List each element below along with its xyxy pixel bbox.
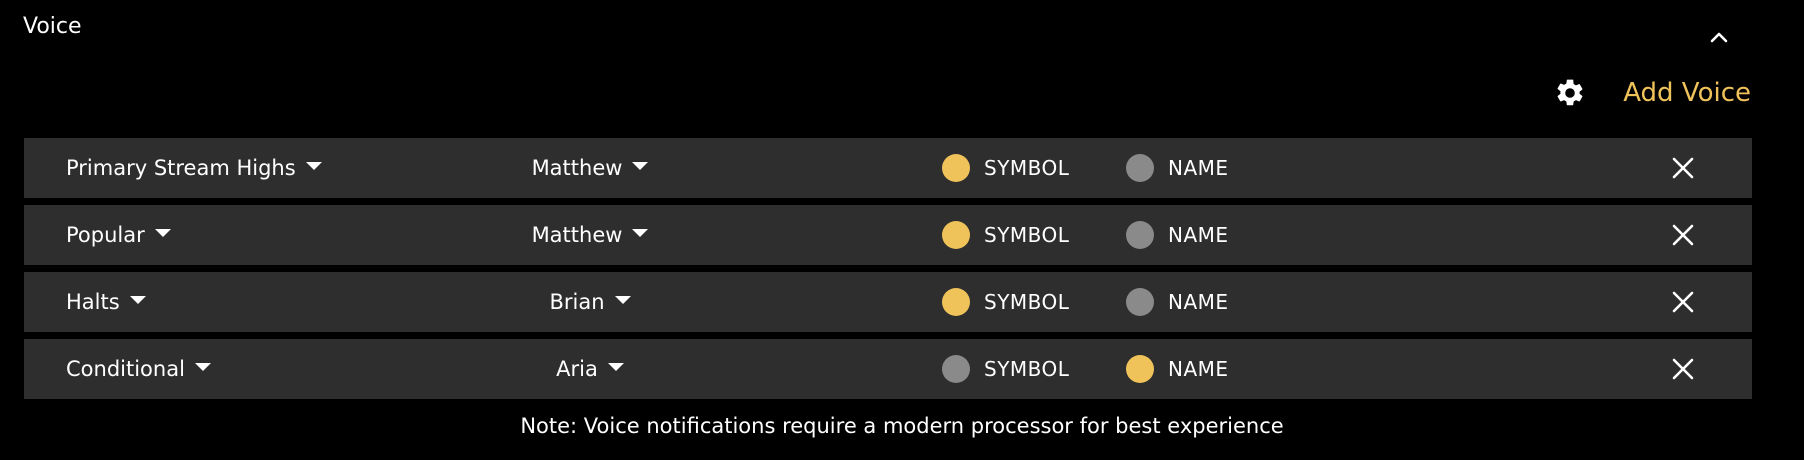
add-voice-button[interactable]: Add Voice xyxy=(1623,78,1751,108)
voice-dropdown[interactable]: Matthew xyxy=(532,156,649,180)
symbol-label: SYMBOL xyxy=(984,357,1070,381)
symbol-indicator-dot xyxy=(942,154,970,182)
name-label: NAME xyxy=(1168,223,1229,247)
voice-row: Popular Matthew SYMBOL NAME xyxy=(24,205,1752,265)
voice-label: Matthew xyxy=(531,156,623,180)
symbol-label: SYMBOL xyxy=(984,223,1070,247)
name-indicator-dot xyxy=(1126,288,1154,316)
gear-icon xyxy=(1557,79,1583,106)
name-indicator-dot xyxy=(1126,355,1154,383)
close-icon xyxy=(1672,291,1694,313)
symbol-toggle[interactable]: SYMBOL xyxy=(942,272,1069,332)
alert-type-dropdown[interactable]: Primary Stream Highs xyxy=(66,138,322,198)
close-icon xyxy=(1672,224,1694,246)
symbol-label: SYMBOL xyxy=(984,156,1070,180)
alert-type-dropdown[interactable]: Halts xyxy=(66,272,146,332)
name-label: NAME xyxy=(1168,357,1229,381)
name-toggle[interactable]: NAME xyxy=(1126,272,1229,332)
symbol-indicator-dot xyxy=(942,355,970,383)
name-indicator-dot xyxy=(1126,154,1154,182)
alert-type-dropdown[interactable]: Popular xyxy=(66,205,171,265)
name-toggle[interactable]: NAME xyxy=(1126,205,1229,265)
caret-down-icon xyxy=(632,229,649,237)
name-label: NAME xyxy=(1168,290,1229,314)
panel-title: Voice xyxy=(23,14,82,39)
name-toggle[interactable]: NAME xyxy=(1126,339,1229,399)
alert-type-label: Primary Stream Highs xyxy=(66,156,296,180)
caret-down-icon xyxy=(129,296,146,304)
symbol-label: SYMBOL xyxy=(984,290,1070,314)
symbol-toggle[interactable]: SYMBOL xyxy=(942,138,1069,198)
voice-label: Brian xyxy=(549,290,605,314)
name-indicator-dot xyxy=(1126,221,1154,249)
remove-voice-button[interactable] xyxy=(1668,220,1698,250)
close-icon xyxy=(1672,358,1694,380)
remove-voice-button[interactable] xyxy=(1668,153,1698,183)
collapse-button[interactable] xyxy=(1706,24,1732,50)
alert-type-dropdown[interactable]: Conditional xyxy=(66,339,211,399)
voice-row: Primary Stream Highs Matthew SYMBOL NAME xyxy=(24,138,1752,198)
close-icon xyxy=(1672,157,1694,179)
alert-type-label: Conditional xyxy=(66,357,185,381)
caret-down-icon xyxy=(614,296,631,304)
settings-button[interactable] xyxy=(1553,76,1587,110)
voice-dropdown[interactable]: Aria xyxy=(556,357,624,381)
symbol-toggle[interactable]: SYMBOL xyxy=(942,339,1069,399)
processor-note: Note: Voice notifications require a mode… xyxy=(520,414,1284,438)
name-label: NAME xyxy=(1168,156,1229,180)
voice-rows: Primary Stream Highs Matthew SYMBOL NAME Pop… xyxy=(24,138,1752,406)
alert-type-label: Popular xyxy=(66,223,145,247)
symbol-indicator-dot xyxy=(942,288,970,316)
symbol-toggle[interactable]: SYMBOL xyxy=(942,205,1069,265)
voice-row: Conditional Aria SYMBOL NAME xyxy=(24,339,1752,399)
chevron-up-icon xyxy=(1710,32,1728,43)
voice-toolbar: Add Voice xyxy=(1553,70,1751,116)
alert-type-label: Halts xyxy=(66,290,120,314)
symbol-indicator-dot xyxy=(942,221,970,249)
remove-voice-button[interactable] xyxy=(1668,354,1698,384)
caret-down-icon xyxy=(194,363,211,371)
voice-dropdown[interactable]: Matthew xyxy=(532,223,649,247)
caret-down-icon xyxy=(305,162,322,170)
remove-voice-button[interactable] xyxy=(1668,287,1698,317)
name-toggle[interactable]: NAME xyxy=(1126,138,1229,198)
voice-label: Aria xyxy=(556,357,598,381)
caret-down-icon xyxy=(632,162,649,170)
voice-row: Halts Brian SYMBOL NAME xyxy=(24,272,1752,332)
caret-down-icon xyxy=(607,363,624,371)
voice-label: Matthew xyxy=(531,223,623,247)
caret-down-icon xyxy=(154,229,171,237)
voice-dropdown[interactable]: Brian xyxy=(549,290,631,314)
